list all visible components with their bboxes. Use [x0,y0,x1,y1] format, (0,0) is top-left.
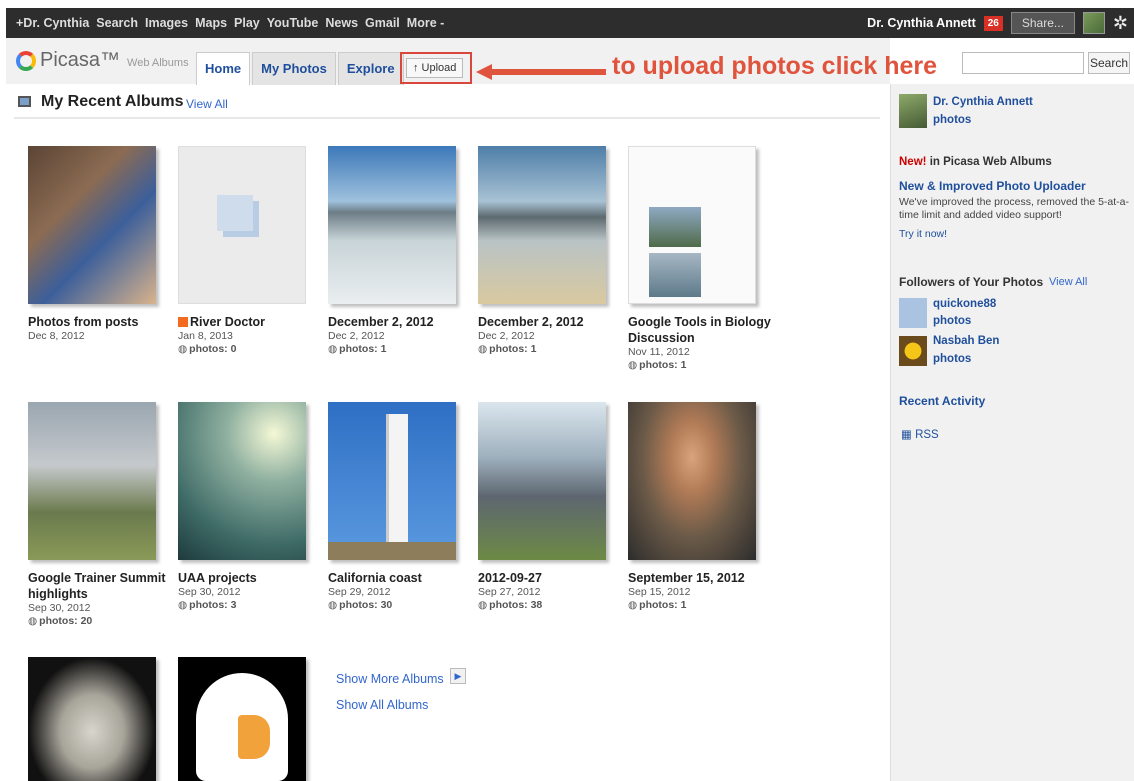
rss-icon: ▦ [901,429,912,441]
album-title[interactable]: Google Tools in Biology Discussion Nov 1… [628,314,778,372]
album-photo-count: photos: 20 [28,615,178,628]
album-photo-count: photos: 38 [478,599,628,612]
album-thumbnail[interactable] [28,146,156,304]
search-input[interactable] [962,52,1084,74]
gbar-link-news[interactable]: News [325,16,358,30]
upload-button[interactable]: ↑ Upload [406,58,464,78]
blogger-icon [178,317,188,327]
follower-name[interactable]: Nasbah Ben [933,335,999,347]
album-date: Sep 15, 2012 [628,586,691,598]
album-photo-count: photos: 1 [328,343,478,356]
album-date: Jan 8, 2013 [178,330,233,342]
gbar-link-images[interactable]: Images [145,16,188,30]
album-title[interactable]: December 2, 2012 Dec 2, 2012 photos: 1 [328,314,478,356]
rss-link[interactable]: ▦ RSS [901,427,939,441]
album-thumbnail[interactable] [628,402,756,560]
chevron-right-icon[interactable]: ▶ [450,668,466,684]
divider [14,117,880,119]
album-photo-count: photos: 1 [478,343,628,356]
google-bar: +Dr. Cynthia Search Images Maps Play You… [6,8,1134,38]
album-thumbnail[interactable] [178,146,306,304]
album-title[interactable]: California coast Sep 29, 2012 photos: 30 [328,570,478,612]
album-date: Sep 30, 2012 [28,602,91,614]
album-title[interactable]: Google Trainer Summit highlights Sep 30,… [28,570,178,628]
album-thumbnail[interactable] [478,402,606,560]
album-title[interactable]: December 2, 2012 Dec 2, 2012 photos: 1 [478,314,628,356]
gear-icon[interactable]: ✲ [1113,14,1128,32]
album-date: Nov 11, 2012 [628,346,690,358]
follower-name[interactable]: quickone88 [933,298,996,310]
album-thumbnail[interactable] [178,657,306,781]
gbar-link-maps[interactable]: Maps [195,16,227,30]
followers-view-all-link[interactable]: View All [1049,276,1087,288]
gbar-link-gmail[interactable]: Gmail [365,16,400,30]
album-photo-count: photos: 1 [628,359,778,372]
avatar[interactable] [899,94,927,128]
photo-uploader-link[interactable]: New & Improved Photo Uploader [899,179,1086,193]
tab-home[interactable]: Home [196,52,251,85]
picasa-logo[interactable]: Picasa™ Web Albums [16,49,189,72]
more-albums-links: Show More Albums ▶ Show All Albums [336,668,466,724]
search-button[interactable]: Search [1088,52,1130,74]
gbar-link-youtube[interactable]: YouTube [267,16,319,30]
show-all-albums-link[interactable]: Show All Albums [336,698,444,712]
try-it-now-link[interactable]: Try it now! [899,228,947,240]
album-title[interactable]: September 15, 2012 Sep 15, 2012 photos: … [628,570,778,612]
google-bar-links: +Dr. Cynthia Search Images Maps Play You… [16,8,444,38]
album-thumbnail[interactable] [478,146,606,304]
album-title[interactable]: UAA projects Sep 30, 2012 photos: 3 [178,570,328,612]
picasa-header: Picasa™ Web Albums Home My Photos Explor… [6,38,937,85]
album-title[interactable]: 2012-09-27 Sep 27, 2012 photos: 38 [478,570,628,612]
album-date: Sep 30, 2012 [178,586,241,598]
album-photo-count: photos: 1 [628,599,778,612]
main-tabs: Home My Photos Explore [196,52,404,85]
followers-heading: Followers of Your Photos [899,275,1044,289]
recent-activity-heading[interactable]: Recent Activity [899,394,985,408]
album-photo-count: photos: 30 [328,599,478,612]
new-in-picasa-heading: New! in Picasa Web Albums [899,156,1052,168]
sidebar-user-name[interactable]: Dr. Cynthia Annett [933,96,1033,108]
section-title: My Recent Albums [41,93,184,110]
album-thumbnail[interactable] [628,146,756,304]
avatar[interactable] [1082,12,1105,34]
view-all-albums-link[interactable]: View All [186,97,228,111]
annotation-text: to upload photos click here [612,52,938,80]
album-thumbnail[interactable] [328,146,456,304]
follower-photos-link[interactable]: photos [933,353,971,365]
album-title[interactable]: River Doctor Jan 8, 2013 photos: 0 [178,314,328,356]
album-photo-count: photos: 0 [178,343,328,356]
account-name[interactable]: Dr. Cynthia Annett [867,16,976,30]
show-more-albums-link[interactable]: Show More Albums [336,672,444,686]
notification-badge[interactable]: 26 [983,15,1003,31]
tab-my-photos[interactable]: My Photos [252,52,336,85]
gbar-link-play[interactable]: Play [234,16,260,30]
share-button[interactable]: Share... [1010,12,1075,34]
avatar[interactable] [899,336,927,366]
gbar-link-more[interactable]: More - [407,16,445,30]
album-date: Dec 2, 2012 [328,330,385,342]
album-thumbnail[interactable] [328,402,456,560]
gbar-link-profile[interactable]: +Dr. Cynthia [16,16,89,30]
upload-highlight: ↑ Upload [400,52,472,84]
avatar[interactable] [899,298,927,328]
album-photo-count: photos: 3 [178,599,328,612]
album-thumbnail[interactable] [28,657,156,781]
album-date: Dec 2, 2012 [478,330,535,342]
album-date: Sep 27, 2012 [478,586,541,598]
album-title[interactable]: Photos from posts Dec 8, 2012 [28,314,178,343]
album-thumbnail[interactable] [28,402,156,560]
picasa-logo-icon [16,50,36,71]
album-thumbnail[interactable] [178,402,306,560]
tab-explore[interactable]: Explore [337,52,404,85]
album-date: Sep 29, 2012 [328,586,391,598]
annotation-arrow [476,64,606,80]
album-date: Dec 8, 2012 [28,330,85,342]
sidebar: Dr. Cynthia Annett photos New! in Picasa… [890,84,1134,781]
gbar-link-search[interactable]: Search [96,16,138,30]
follower-photos-link[interactable]: photos [933,315,971,327]
albums-icon [18,96,31,107]
sidebar-user-photos-link[interactable]: photos [933,114,971,126]
uploader-description: We've improved the process, removed the … [899,196,1129,221]
